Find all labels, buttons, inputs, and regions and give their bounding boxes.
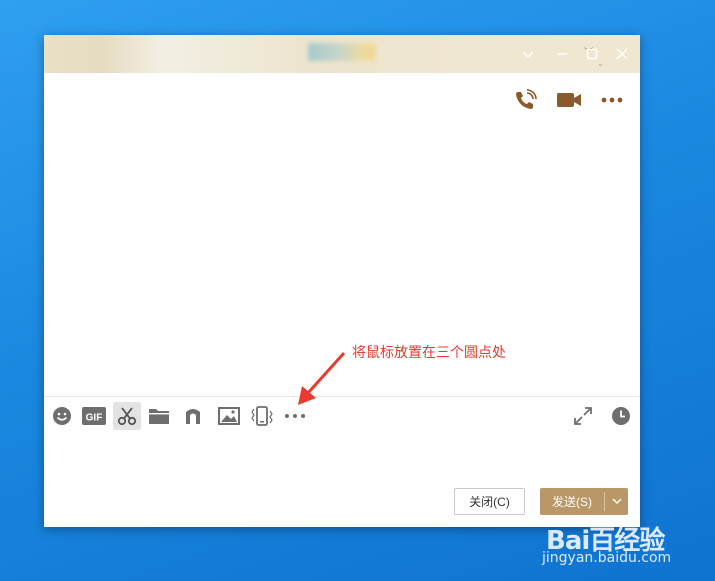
gif-label: GIF [86, 413, 103, 424]
expand-input-button[interactable] [569, 402, 597, 430]
message-history-button[interactable] [607, 402, 635, 430]
send-button[interactable]: 发送(S) [540, 488, 604, 515]
gif-icon: GIF [82, 407, 106, 425]
maximize-button[interactable] [580, 42, 604, 66]
smiley-icon [53, 407, 71, 425]
send-file-button[interactable] [145, 402, 173, 430]
title-blurred-area [308, 43, 376, 61]
send-button-group: 发送(S) [540, 488, 628, 515]
expand-icon [574, 407, 592, 425]
image-icon [218, 407, 240, 425]
chevron-down-icon [522, 51, 534, 58]
music-button[interactable] [179, 402, 207, 430]
send-image-button[interactable] [215, 402, 243, 430]
annotation-text: 将鼠标放置在三个圆点处 [352, 345, 506, 361]
watermark-url: jingyan.baidu.com [542, 550, 672, 566]
collapse-button[interactable] [516, 42, 540, 66]
baidu-watermark: Bai百经验 jingyan.baidu.com [542, 520, 671, 566]
close-button[interactable]: 关闭(C) [454, 488, 525, 515]
title-bar[interactable]: ︶ ˇ [44, 35, 640, 73]
message-input[interactable] [44, 433, 640, 483]
close-icon [616, 48, 628, 60]
minimize-button[interactable] [550, 42, 574, 66]
voice-call-button[interactable] [513, 89, 539, 111]
shake-window-icon [251, 406, 273, 426]
chevron-down-icon [612, 498, 621, 504]
chat-window: ︶ ˇ GIF 关闭(C) 发送(S) [44, 35, 640, 527]
more-options-button[interactable] [599, 89, 625, 111]
shake-window-button[interactable] [248, 402, 276, 430]
video-call-button[interactable] [556, 89, 582, 111]
close-window-button[interactable] [610, 42, 634, 66]
screenshot-button[interactable] [113, 402, 141, 430]
music-note-icon [186, 409, 200, 424]
clock-icon [612, 407, 630, 425]
video-camera-icon [557, 93, 581, 107]
emoji-button[interactable] [48, 402, 76, 430]
annotation-arrow [298, 351, 346, 405]
minimize-icon [557, 53, 567, 55]
send-options-button[interactable] [605, 488, 628, 515]
folder-icon [149, 409, 169, 424]
gif-button[interactable]: GIF [80, 402, 108, 430]
maximize-icon [586, 48, 598, 60]
more-dots-icon [601, 97, 623, 103]
phone-icon [516, 89, 537, 109]
scissors-icon [117, 407, 137, 426]
